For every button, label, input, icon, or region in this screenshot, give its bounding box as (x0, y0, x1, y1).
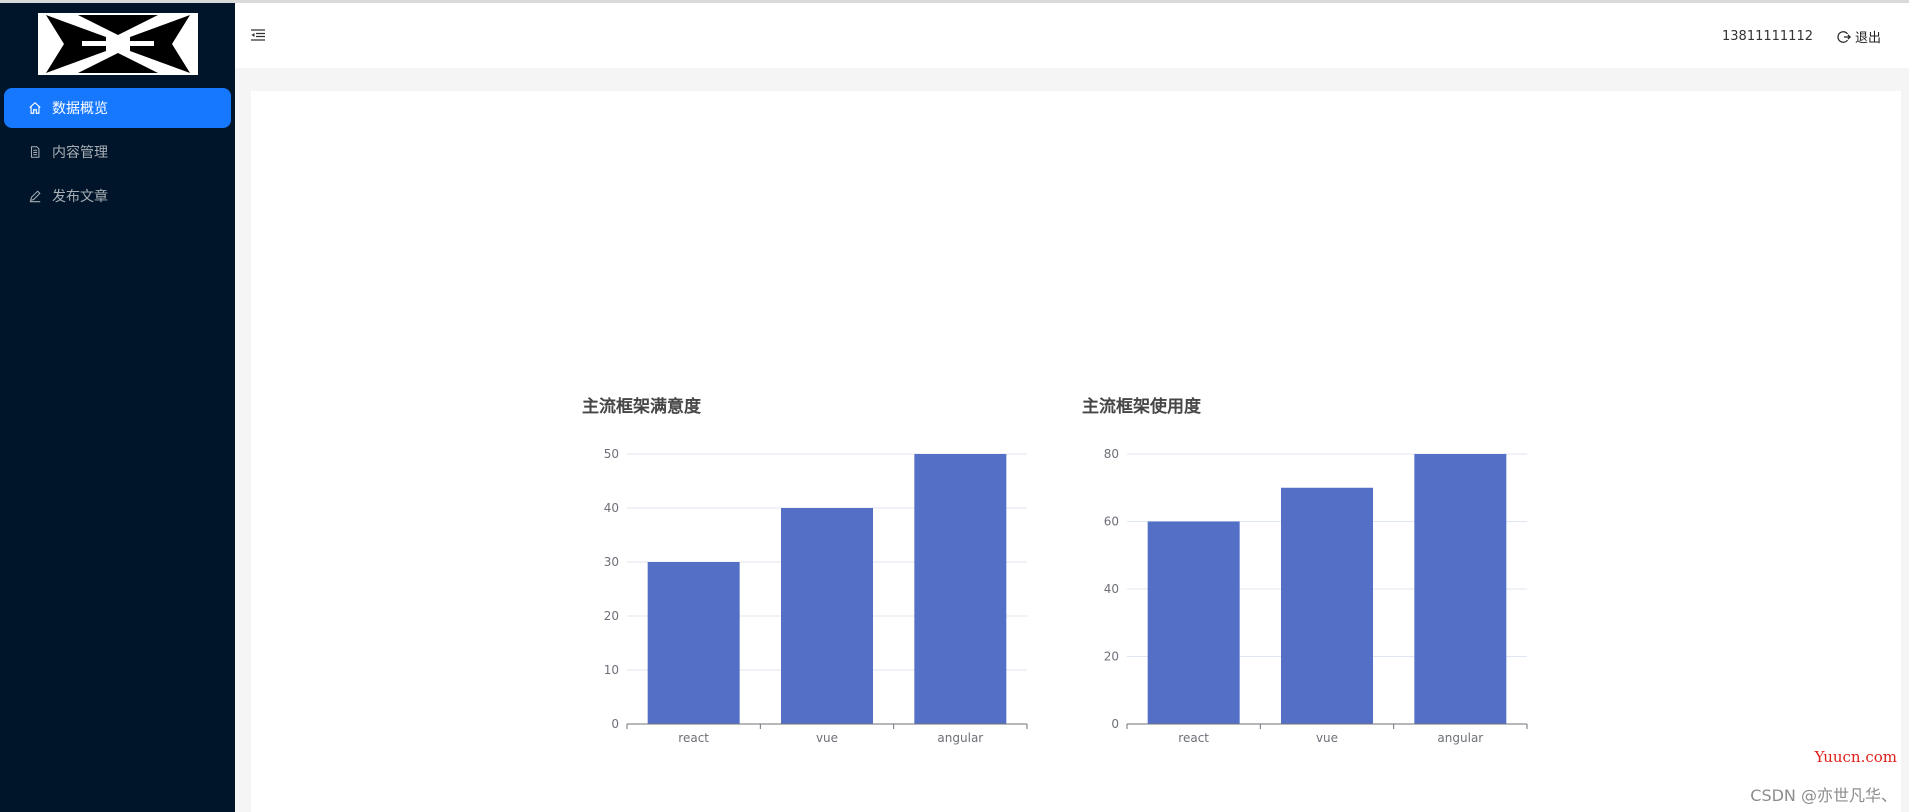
bar-vue[interactable] (1281, 487, 1373, 724)
sidebar-item-label: 数据概览 (52, 101, 108, 117)
logout-button[interactable]: 退出 (1837, 27, 1881, 46)
y-tick-label: 60 (1104, 515, 1119, 529)
y-tick-label: 40 (604, 501, 619, 515)
chart-svg: 0 10 20 30 40 50 react vue angular (604, 447, 1028, 745)
sidebar-item-overview[interactable]: 数据概览 (4, 88, 231, 128)
x-tick-label: vue (816, 731, 838, 745)
usage-chart: 主流框架使用度 0 20 40 60 80 react vue angular (1082, 392, 1542, 752)
x-tick-label: react (1178, 731, 1209, 745)
top-header: 13811111112 退出 (235, 3, 1909, 68)
sidebar-item-publish[interactable]: 发布文章 (4, 176, 231, 216)
bar-vue[interactable] (781, 508, 873, 724)
edit-icon (28, 189, 42, 203)
y-tick-label: 0 (611, 717, 619, 731)
y-tick-label: 80 (1104, 447, 1119, 461)
sidebar-item-label: 发布文章 (52, 189, 108, 205)
bar-angular[interactable] (914, 454, 1007, 724)
menu-fold-icon[interactable] (250, 27, 266, 43)
y-tick-label: 40 (1104, 582, 1119, 596)
sidebar-item-label: 内容管理 (52, 145, 108, 161)
y-tick-label: 0 (1111, 717, 1119, 731)
y-tick-label: 50 (604, 447, 619, 461)
x-tick-label: angular (937, 731, 983, 745)
logout-label: 退出 (1854, 31, 1881, 46)
logo (38, 13, 198, 75)
sidebar-item-content[interactable]: 内容管理 (4, 132, 231, 172)
x-tick-label: vue (1316, 731, 1338, 745)
sidebar: 数据概览 内容管理 发布文章 (0, 3, 235, 812)
x-tick-label: react (678, 731, 709, 745)
sidebar-menu: 数据概览 内容管理 发布文章 (0, 88, 235, 220)
logout-icon (1837, 30, 1851, 44)
content-card: 主流框架满意度 0 10 20 30 40 50 react vue angular 主流框架使… (251, 91, 1901, 812)
logo-icon (38, 13, 198, 75)
satisfaction-chart: 主流框架满意度 0 10 20 30 40 50 react vue angular (582, 392, 1042, 752)
site-watermark: Yuucn.com (1814, 748, 1897, 766)
bar-react[interactable] (1147, 521, 1240, 725)
y-tick-label: 20 (1104, 650, 1119, 664)
csdn-watermark: CSDN @亦世凡华、 (1750, 786, 1897, 805)
bar-angular[interactable] (1414, 454, 1507, 724)
y-tick-label: 10 (604, 663, 619, 677)
bar-react[interactable] (647, 562, 740, 724)
chart-svg: 0 20 40 60 80 react vue angular (1104, 447, 1528, 745)
y-tick-label: 30 (604, 555, 619, 569)
x-tick-label: angular (1437, 731, 1483, 745)
file-icon (28, 145, 42, 159)
y-tick-label: 20 (604, 609, 619, 623)
home-icon (28, 101, 42, 115)
user-phone: 13811111112 (1722, 29, 1813, 44)
